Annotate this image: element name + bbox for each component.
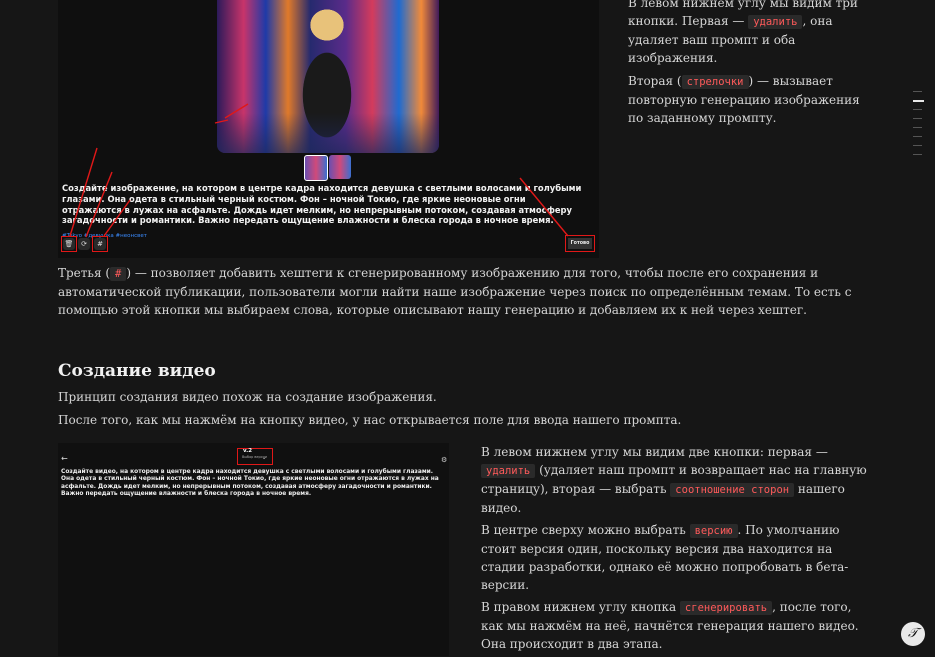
image-thumbnail-2[interactable] [329,155,351,179]
three-buttons-paragraph: В левом нижнем углу мы видим три кнопки.… [628,0,878,67]
toc-marker[interactable] [913,91,922,92]
code-aspect-ratio: соотношение сторон [670,483,795,497]
text-span: В центре сверху можно выбрать [481,523,690,537]
top-right-description: В левом нижнем углу мы видим три кнопки.… [628,0,878,132]
hashtag-description: Третья (#) — позволяет добавить хештеги … [58,264,868,319]
code-delete: удалить [748,15,803,29]
refresh-icon[interactable]: ⟳ [78,238,90,250]
toc-marker[interactable] [913,118,922,119]
gear-icon[interactable]: ⚙ [441,451,447,469]
video-buttons-paragraph: В левом нижнем углу мы видим две кнопки:… [481,443,876,517]
second-button-paragraph: Вторая (стрелочки) — вызывает повторную … [628,72,878,127]
toc-marker[interactable] [913,145,922,146]
typography-icon[interactable]: 𝒯 [901,622,925,646]
video-principle-text: Принцип создания видео похож на создание… [58,390,437,404]
text-span: В левом нижнем углу мы видим две кнопки:… [481,445,828,459]
chevron-down-icon[interactable]: ⌄ [262,449,266,467]
code-arrows: стрелочки [681,75,749,89]
text-span: Вторая ( [628,74,682,88]
video-description: В левом нижнем углу мы видим две кнопки:… [481,443,876,657]
back-arrow-icon[interactable]: ← [61,450,68,468]
toc-marker[interactable] [913,136,922,137]
toc-marker[interactable] [913,127,922,128]
code-hash: # [110,267,127,281]
generated-image [217,0,439,153]
highlight-done [565,235,595,252]
code-version: версию [689,524,738,538]
generate-paragraph: В правом нижнем углу кнопка сгенерироват… [481,598,876,653]
image-thumbnail-1[interactable] [304,155,328,181]
toc-marker[interactable] [913,109,922,110]
code-generate: сгенерировать [679,601,773,615]
video-after-text: После того, как мы нажмём на кнопку виде… [58,413,682,427]
highlight-hashtag [92,236,108,252]
text-span: Третья ( [58,266,111,280]
text-span: ) — позволяет добавить хештеги к сгенери… [58,266,852,317]
text-span: В правом нижнем углу кнопка [481,600,680,614]
toc-marker-active[interactable] [913,100,924,102]
toc-marker[interactable] [913,154,922,155]
version-label[interactable]: v.2 [243,448,252,455]
section-heading-video: Создание видео [58,361,216,381]
image-prompt-text: Создайте изображение, на котором в центр… [62,183,582,226]
version-paragraph: В центре сверху можно выбрать версию. По… [481,521,876,594]
highlight-delete [61,236,77,252]
video-prompt-text: Создайте видео, на котором в центре кадр… [61,469,439,498]
code-delete: удалить [481,464,536,478]
